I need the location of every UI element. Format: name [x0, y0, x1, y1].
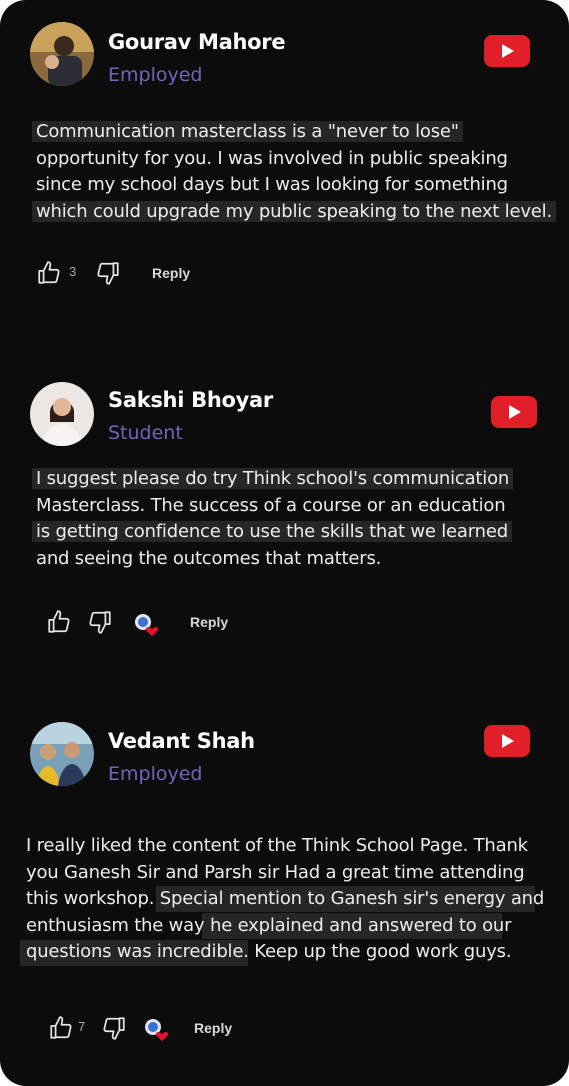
commenter-name: Vedant Shah	[108, 729, 255, 753]
commenter-role: Student	[108, 422, 183, 444]
comment-text: I really liked the content of the Think …	[26, 833, 544, 966]
thumb-down-icon[interactable]	[87, 609, 113, 635]
commenter-role: Employed	[108, 64, 203, 86]
commenter-name: Gourav Mahore	[108, 30, 286, 54]
youtube-icon[interactable]	[484, 725, 530, 757]
creator-heart-icon	[143, 1017, 169, 1041]
comment-line: I really liked the content of the Think …	[26, 835, 528, 856]
creator-heart-icon	[133, 612, 159, 636]
comment-text: Communication masterclass is a "never to…	[36, 119, 552, 225]
comment-line: is getting confidence to use the skills …	[36, 521, 508, 542]
thumb-up-icon[interactable]	[36, 260, 62, 286]
avatar	[30, 22, 94, 86]
comment-line: and seeing the outcomes that matters.	[36, 547, 382, 569]
comment-line: questions was incredible. Keep up the go…	[26, 941, 512, 962]
thumb-up-icon[interactable]	[46, 609, 72, 635]
comment-text: I suggest please do try Think school's c…	[36, 466, 509, 572]
youtube-icon[interactable]	[484, 35, 530, 67]
like-count: 7	[78, 1019, 86, 1034]
comment-line: opportunity for you. I was involved in p…	[36, 147, 508, 169]
comment-line: Communication masterclass is a "never to…	[36, 121, 459, 142]
comment-line: enthusiasm the way he explained and answ…	[26, 914, 512, 936]
commenter-role: Employed	[108, 763, 203, 785]
testimonials-panel: Gourav Mahore Employed Communication mas…	[0, 0, 569, 1086]
comment-line: this workshop. Special mention to Ganesh…	[26, 888, 545, 909]
comment-line: which could upgrade my public speaking t…	[36, 200, 552, 222]
thumb-up-icon[interactable]	[48, 1015, 74, 1041]
avatar	[30, 382, 94, 446]
avatar	[30, 722, 94, 786]
comment-line: Masterclass. The success of a course or …	[36, 494, 506, 516]
like-count: 3	[69, 264, 77, 279]
comment-line: you Ganesh Sir and Parsh sir Had a great…	[26, 861, 525, 883]
thumb-down-icon[interactable]	[95, 260, 121, 286]
comment-line: since my school days but I was looking f…	[36, 174, 508, 195]
thumb-down-icon[interactable]	[101, 1015, 127, 1041]
reply-button[interactable]: Reply	[190, 614, 228, 630]
comment-line: I suggest please do try Think school's c…	[36, 468, 510, 489]
reply-button[interactable]: Reply	[152, 265, 190, 281]
reply-button[interactable]: Reply	[194, 1020, 232, 1036]
commenter-name: Sakshi Bhoyar	[108, 388, 273, 412]
youtube-icon[interactable]	[491, 396, 537, 428]
